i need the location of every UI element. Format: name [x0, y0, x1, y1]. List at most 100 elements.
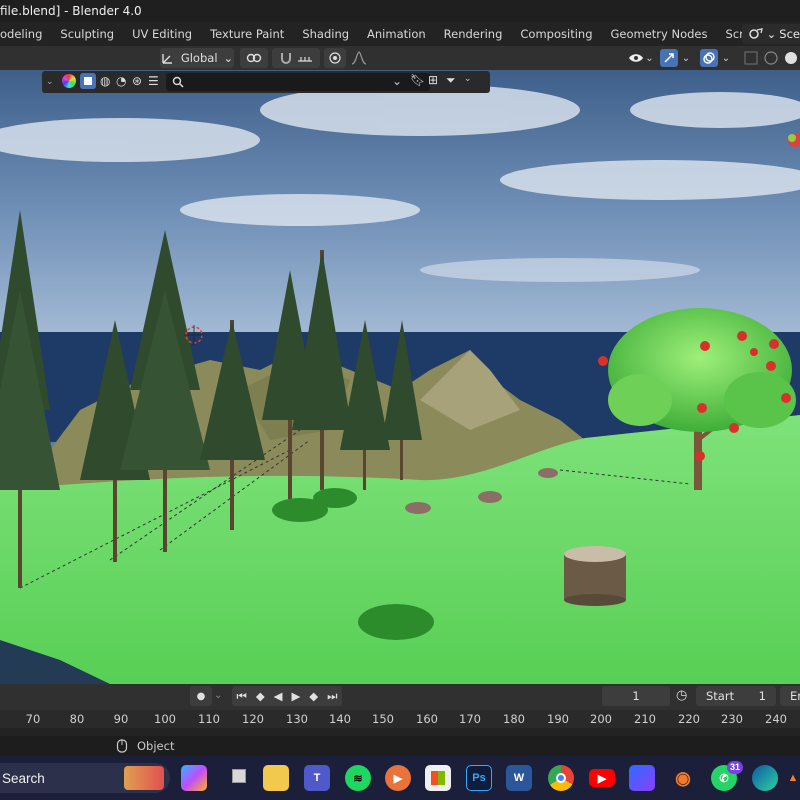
bookmark-icon[interactable]: 🔖︎	[410, 73, 425, 87]
current-frame-field[interactable]: 1	[602, 686, 670, 706]
tab-rendering[interactable]: Rendering	[435, 22, 512, 46]
mouse-icon	[116, 739, 128, 753]
tab-animation[interactable]: Animation	[358, 22, 435, 46]
timeline-ruler[interactable]: 70 80 90 100 110 120 130 140 150 160 170…	[0, 710, 800, 728]
overlays-dropdown[interactable]: ⌄	[720, 49, 732, 67]
viewport-header: Global ⌄ ⌄ ⌄ ⌄	[0, 46, 800, 70]
scene-name: Sce	[779, 27, 800, 41]
chevron-down-icon[interactable]: ⌄	[214, 690, 222, 701]
word-icon[interactable]: W	[506, 765, 532, 791]
prev-keyframe-icon[interactable]: ◆	[256, 689, 265, 703]
search-input[interactable]	[166, 73, 430, 91]
window-title: file.blend] - Blender 4.0	[0, 4, 142, 18]
vlc-icon[interactable]: ▲	[786, 765, 800, 791]
photoshop-icon[interactable]: Ps	[466, 765, 492, 791]
keyframe-record-button[interactable]: ●	[190, 686, 212, 706]
status-bar: Object	[0, 736, 800, 756]
tab-sculpting[interactable]: Sculpting	[51, 22, 123, 46]
light-gizmo-inner	[788, 134, 796, 142]
taskbar-search[interactable]: Search	[0, 763, 170, 793]
xray-toggle[interactable]	[742, 49, 760, 67]
tab-compositing[interactable]: Compositing	[511, 22, 601, 46]
chrome-icon[interactable]	[548, 765, 574, 791]
scene-selector[interactable]: ⌄ Sce	[741, 24, 800, 44]
select-box-icon[interactable]	[80, 73, 96, 89]
windows-taskbar: Search T ≋ ▶ Ps W ▶ ◉ ✆ 31 ▲	[0, 756, 800, 800]
shading-wireframe[interactable]	[762, 49, 780, 67]
transform-orientation-dropdown[interactable]: Global ⌄	[160, 48, 234, 68]
snap-increment-icon	[298, 57, 312, 62]
power-automate-icon[interactable]	[629, 765, 655, 791]
youtube-icon[interactable]: ▶	[589, 769, 615, 787]
pivot-point-dropdown[interactable]	[240, 48, 268, 68]
blender-icon[interactable]: ◉	[670, 765, 696, 791]
world-icon[interactable]: ◔	[116, 74, 126, 88]
microsoft-store-icon[interactable]	[425, 765, 451, 791]
frame-tick: 240	[765, 712, 787, 726]
tab-uv-editing[interactable]: UV Editing	[123, 22, 201, 46]
tab-texture-paint[interactable]: Texture Paint	[201, 22, 293, 46]
frame-tick: 230	[721, 712, 743, 726]
jump-end-icon[interactable]: ⏭	[327, 689, 337, 704]
material-icon[interactable]: ☰	[148, 74, 159, 88]
frame-tick: 130	[286, 712, 308, 726]
frame-tick: 210	[634, 712, 656, 726]
end-frame-field[interactable]: Er	[780, 686, 800, 706]
frame-tick: 120	[242, 712, 264, 726]
chevron-down-icon: ⌄	[223, 51, 234, 65]
frame-tick: 90	[113, 712, 129, 726]
scene-render	[0, 70, 800, 684]
chevron-down-icon: ⌄	[46, 77, 54, 87]
start-frame-field[interactable]: Start 1	[696, 686, 776, 706]
file-explorer-icon[interactable]	[263, 765, 289, 791]
frame-tick: 80	[69, 712, 85, 726]
snapping-dropdown[interactable]	[272, 48, 320, 68]
sphere-icon[interactable]: ◍	[100, 74, 110, 88]
shading-solid[interactable]	[782, 49, 800, 67]
chevron-down-icon[interactable]: ⌄	[464, 74, 472, 84]
eye-icon	[629, 54, 644, 62]
proportional-editing-toggle[interactable]	[324, 48, 346, 68]
gizmo-dropdown[interactable]: ⌄	[680, 49, 692, 67]
whatsapp-icon[interactable]: ✆ 31	[711, 761, 743, 791]
frame-tick: 220	[678, 712, 700, 726]
3d-viewport[interactable]	[0, 70, 800, 684]
edge-icon[interactable]	[752, 765, 778, 791]
layout-icon[interactable]: ⊞	[428, 73, 438, 87]
play-icon[interactable]: ▶	[291, 689, 300, 703]
render-icon[interactable]: ⊛	[132, 74, 142, 88]
copilot-app-icon[interactable]	[181, 765, 207, 791]
tab-geometry-nodes[interactable]: Geometry Nodes	[602, 22, 717, 46]
task-view-icon[interactable]	[223, 765, 249, 791]
gizmo-icon	[664, 53, 674, 63]
jump-start-icon[interactable]: ⏮	[236, 689, 246, 704]
media-player-icon[interactable]: ▶	[385, 765, 411, 791]
window-title-bar: file.blend] - Blender 4.0	[0, 0, 800, 22]
falloff-icon[interactable]	[350, 49, 368, 67]
start-label: Start	[706, 689, 735, 703]
chevron-down-icon: ⌄	[681, 52, 691, 64]
spotify-icon[interactable]: ≋	[345, 765, 371, 791]
color-wheel-icon[interactable]	[62, 74, 76, 88]
timeline-body[interactable]	[0, 728, 800, 736]
tree-stump	[564, 546, 626, 606]
play-reverse-icon[interactable]: ◀	[274, 689, 283, 703]
frame-tick: 160	[416, 712, 438, 726]
clock-icon[interactable]: ◷	[676, 688, 687, 703]
frame-tick: 170	[459, 712, 481, 726]
gift-icon	[124, 766, 164, 790]
frame-tick: 150	[372, 712, 394, 726]
overlays-toggle[interactable]	[700, 49, 718, 67]
scene-icon	[748, 28, 763, 39]
tab-modeling[interactable]: odeling	[0, 22, 51, 46]
status-mode: Object	[137, 739, 175, 753]
next-keyframe-icon[interactable]: ◆	[309, 689, 318, 703]
tab-shading[interactable]: Shading	[293, 22, 358, 46]
overlays-icon	[703, 52, 715, 64]
frame-tick: 140	[329, 712, 351, 726]
gizmo-toggle[interactable]	[660, 49, 678, 67]
visibility-dropdown[interactable]: ⌄	[626, 49, 656, 67]
filter-icon[interactable]: ⏷	[446, 73, 456, 88]
teams-icon[interactable]: T	[304, 765, 330, 791]
chevron-down-icon[interactable]: ⌄	[392, 74, 402, 88]
